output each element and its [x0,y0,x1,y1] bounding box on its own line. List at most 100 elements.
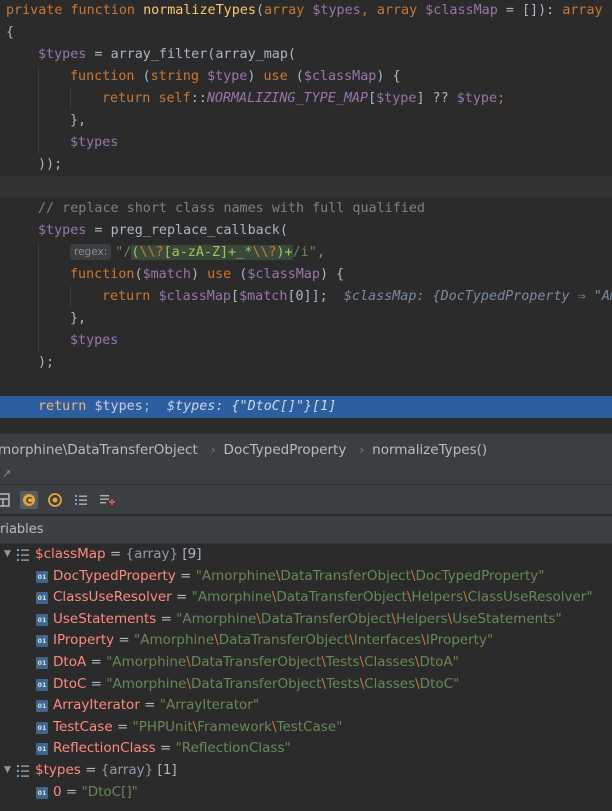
variable-value: "DtoC[]" [81,783,138,800]
array-icon [17,548,29,562]
variable: $type [376,91,417,106]
type-hint: array [264,3,305,18]
list-icon[interactable] [72,491,90,509]
variable-key: 0 [53,783,62,800]
keyword: self [158,91,191,106]
tree-row[interactable]: 01 0 = "DtoC[]" [0,782,612,804]
code-token: ) { [376,69,401,84]
array-icon [17,764,29,778]
code-token: = []): [497,3,563,18]
code-line: $types [0,330,612,352]
type-hint: string [150,69,199,84]
primitive-icon: 01 [36,678,48,691]
string: "/ [115,245,132,260]
variable: $types [70,333,119,348]
tree-row[interactable]: 01 UseStatements = "Amorphine\DataTransfe… [0,609,612,631]
code-line: }, [0,110,612,132]
expand-arrow-icon[interactable]: ▼ [4,544,11,566]
primitive-icon: 01 [36,721,48,734]
keyword: return [102,91,151,106]
tree-row-classmap[interactable]: ▼ $classMap = {array} [9] [0,544,612,566]
variable-value: "ArrayIterator" [159,697,260,714]
breadcrumb-method[interactable]: normalizeTypes() [372,442,494,458]
variable: $classMap [303,69,377,84]
debug-inline-value: $classMap: {DocTypedProperty ⇒ "Amorphin… [343,289,612,304]
watch-icon[interactable] [46,491,64,509]
equals-sign: = [175,567,196,584]
tree-row[interactable]: 01 ArrayIterator = "ArrayIterator" [0,695,612,717]
primitive-icon: 01 [36,592,48,605]
tree-row[interactable]: 01 DtoC = "Amorphine\DataTransferObject\T… [0,674,612,696]
function-call: array_filter(array_map( [110,47,296,62]
variable-value: "Amorphine\DataTransferObject\Interfaces… [134,632,494,649]
code-line: function (string $type) use ($classMap) … [0,66,612,88]
breadcrumb: morphine\DataTransferObject › DocTypedPr… [0,433,612,465]
variable: $types [70,135,119,150]
code-token: ( [134,267,143,282]
code-token: }, [70,311,87,326]
code-token: ; [142,399,151,414]
tree-row[interactable]: 01 TestCase = "PHPUnit\Framework\TestCase… [0,717,612,739]
variable-key: UseStatements [53,610,157,627]
tree-row[interactable]: 01 IProperty = "Amorphine\DataTransferObj… [0,630,612,652]
tree-row[interactable]: 01 DocTypedProperty = "Amorphine\DataTran… [0,566,612,588]
equals-sign: = [105,546,126,562]
debug-toolbar: C [0,485,612,515]
code-token: )); [38,157,63,172]
variable-value: "PHPUnit\Framework\TestCase" [132,718,343,735]
svg-text:C: C [26,497,33,507]
code-token: ( [287,69,304,84]
regex-token: \\? [139,245,164,260]
variable: $types [38,47,87,62]
parameter: $classMap [425,3,498,18]
equals-sign: = [86,654,107,670]
expand-arrow-icon[interactable]: ▼ [4,760,11,782]
keyword: private [6,3,63,18]
regex-token: \\? [252,245,277,260]
class-filter-icon[interactable]: C [20,491,38,509]
equals-sign: = [139,697,160,714]
variable: $type [207,69,248,84]
variable: $types [94,399,143,414]
code-editor[interactable]: private function normalizeTypes(array $t… [0,0,612,433]
code-line: return self::NORMALIZING_TYPE_MAP[$type]… [0,88,612,110]
variable-value: "ReflectionClass" [175,740,291,757]
code-line: ); [0,352,612,374]
code-line: $types = preg_replace_callback( [0,220,612,242]
code-token: [ [368,91,377,106]
variable: $type [456,91,498,106]
variable-key: IProperty [53,632,115,649]
chevron-right-icon: › [359,442,365,457]
tree-row[interactable]: 01 DtoA = "Amorphine\DataTransferObject\T… [0,652,612,674]
code-line: // replace short class names with full q… [0,198,612,220]
code-line: regex: "/(\\?[a-zA-Z]+_*\\?)+/i", [0,242,612,264]
equals-sign: = [114,632,135,649]
add-watch-icon[interactable] [98,491,116,509]
code-line: return $classMap[$match[0]]; $classMap: … [0,286,612,308]
variable-key: ArrayIterator [53,697,140,714]
code-token: :: [190,91,207,106]
keyword: return [38,399,87,414]
string: /i" [292,245,317,260]
keyword: function [70,3,136,18]
variable-value: "Amorphine\DataTransferObject\DocTypedPr… [195,567,545,584]
restore-layout-icon[interactable]: ↗ [2,467,11,480]
tree-row[interactable]: 01 ReflectionClass = "ReflectionClass" [0,738,612,760]
variable: $types [38,223,87,238]
tree-row-types[interactable]: ▼ $types = {array} [1] [0,760,612,782]
code-line: { [0,22,612,44]
variable-key: ReflectionClass [53,740,156,757]
frames-icon[interactable] [0,491,12,509]
breadcrumb-class[interactable]: DocTypedProperty [224,442,354,458]
equals-sign: = [156,610,177,627]
regex-token: [a-zA-Z]+_* [163,245,253,260]
tree-row[interactable]: 01 ClassUseResolver = "Amorphine\DataTran… [0,587,612,609]
keyword: use [207,267,232,282]
code-token: , [316,245,325,260]
variable-key: DtoC [53,675,87,692]
breadcrumb-namespace[interactable]: morphine\DataTransferObject [0,442,205,458]
equals-sign: = [61,783,82,800]
variables-tree[interactable]: ▼ $classMap = {array} [9] 01 DocTypedProp… [0,544,612,811]
variable-key: TestCase [53,718,113,735]
equals-sign: = [171,589,192,606]
